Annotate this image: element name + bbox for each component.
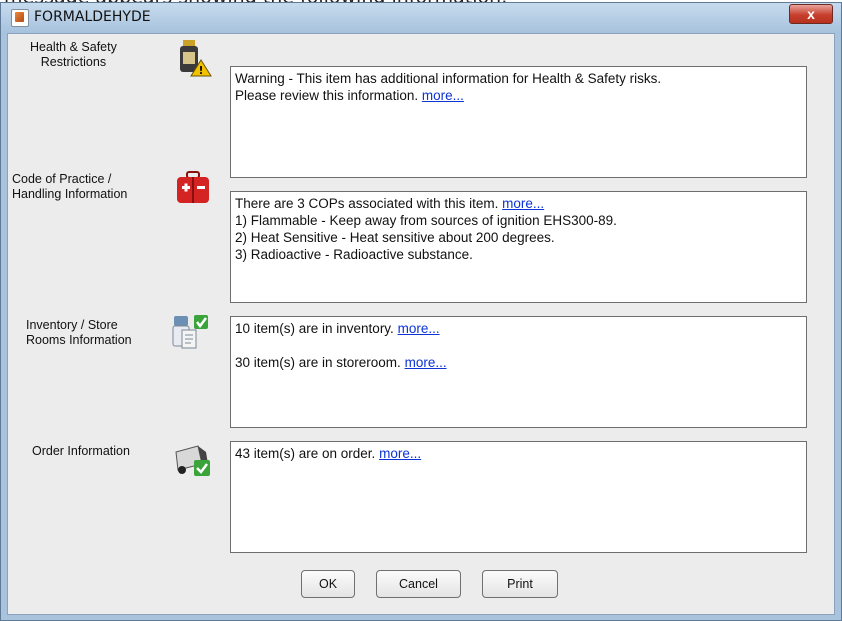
cop-item: 3) Radioactive - Radioactive substance.	[235, 247, 473, 262]
inventory-count-text: 10 item(s) are in inventory.	[235, 321, 394, 336]
inventory-check-icon	[172, 315, 208, 349]
truck-check-icon	[175, 445, 210, 476]
window-title: FORMALDEHYDE	[34, 9, 151, 25]
code-of-practice-label: Code of Practice / Handling Information	[12, 172, 128, 201]
health-review-text: Please review this information.	[235, 88, 419, 103]
cop-summary-text: There are 3 COPs associated with this it…	[235, 196, 499, 211]
print-button[interactable]: Print	[482, 570, 558, 598]
ok-button[interactable]: OK	[301, 570, 355, 598]
inventory-more-link[interactable]: more...	[398, 321, 440, 336]
app-icon	[11, 9, 29, 27]
order-info: 43 item(s) are on order. more...	[230, 441, 807, 553]
cop-item: 1) Flammable - Keep away from sources of…	[235, 213, 617, 228]
order-label: Order Information	[32, 444, 130, 458]
code-of-practice-info: There are 3 COPs associated with this it…	[230, 191, 807, 303]
order-more-link[interactable]: more...	[379, 446, 421, 461]
storeroom-more-link[interactable]: more...	[405, 355, 447, 370]
order-count-text: 43 item(s) are on order.	[235, 446, 376, 461]
close-button[interactable]: x	[789, 4, 833, 24]
inventory-label: Inventory / Store Rooms Information	[26, 318, 132, 347]
bottle-warning-icon: !	[180, 40, 212, 77]
title-bar[interactable]: FORMALDEHYDE x	[1, 3, 841, 33]
cop-more-link[interactable]: more...	[502, 196, 544, 211]
cop-item: 2) Heat Sensitive - Heat sensitive about…	[235, 230, 555, 245]
health-safety-info: Warning - This item has additional infor…	[230, 66, 807, 178]
svg-text:!: !	[198, 64, 203, 77]
health-safety-label: Health & Safety Restrictions	[30, 40, 117, 69]
cancel-button[interactable]: Cancel	[376, 570, 461, 598]
dialog-content: Health & Safety Restrictions ! Warning -…	[7, 33, 835, 615]
health-warning-text: Warning - This item has additional infor…	[235, 71, 662, 86]
first-aid-kit-icon	[177, 171, 209, 203]
storeroom-count-text: 30 item(s) are in storeroom.	[235, 355, 401, 370]
health-more-link[interactable]: more...	[422, 88, 464, 103]
inventory-info: 10 item(s) are in inventory. more... 30 …	[230, 316, 807, 428]
dialog-window: FORMALDEHYDE x Health & Safety Restricti…	[0, 2, 842, 621]
